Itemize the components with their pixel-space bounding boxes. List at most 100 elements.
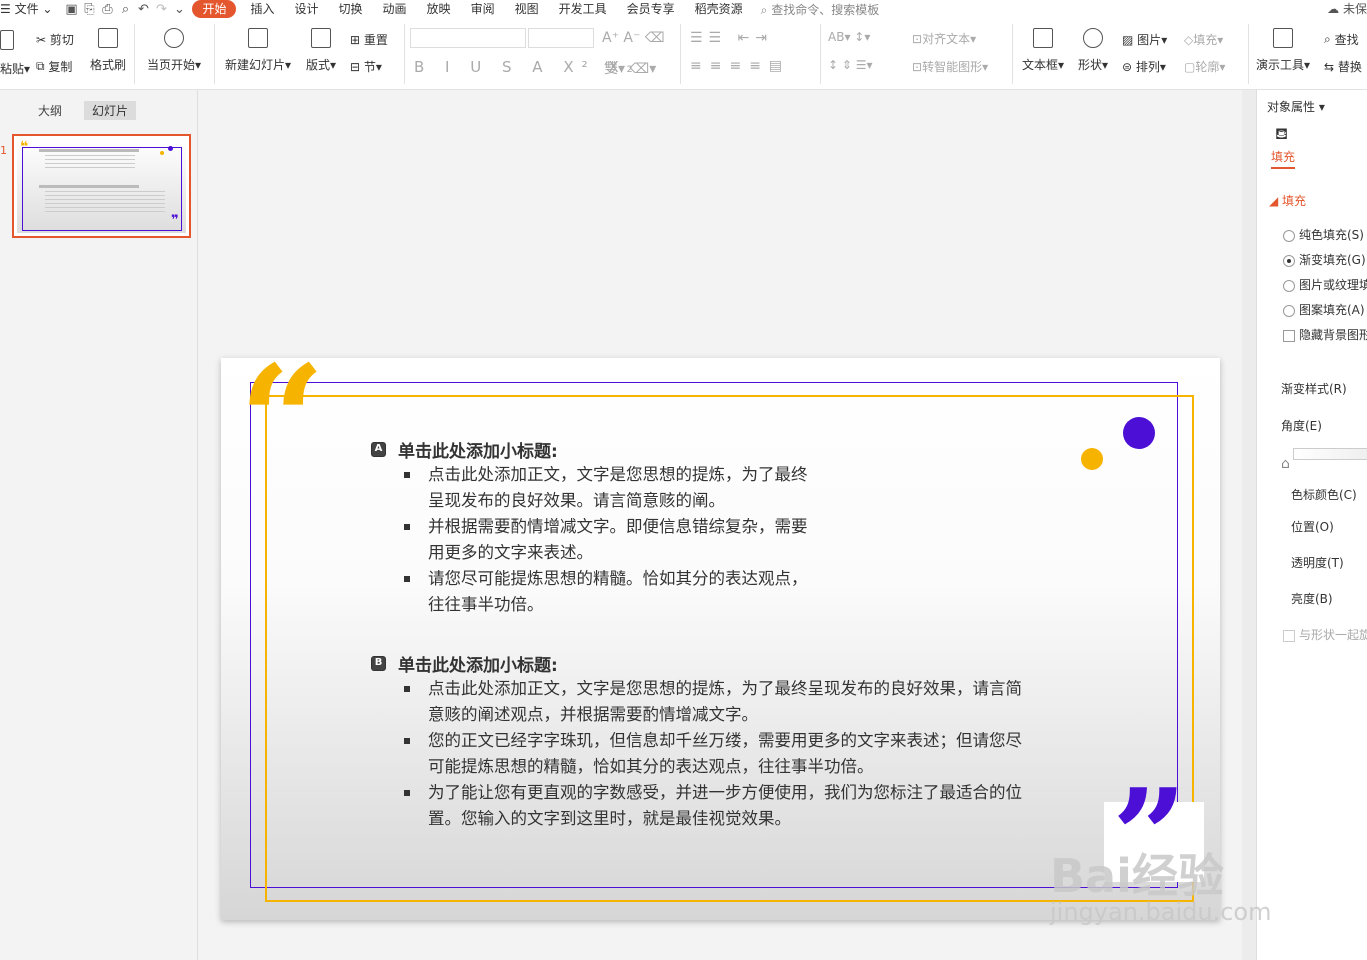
shape-button[interactable]: 形状▾ — [1078, 28, 1108, 73]
pattern-fill-option[interactable]: 图案填充(A) — [1283, 301, 1365, 318]
yellow-circle — [1081, 448, 1103, 470]
tab-slideshow[interactable]: 放映 — [417, 0, 461, 18]
find-button[interactable]: ⌕ 查找 — [1324, 31, 1359, 48]
section-button[interactable]: ⊟ 节 ▾ — [350, 58, 382, 75]
font-name-select[interactable] — [410, 28, 526, 48]
divider — [820, 24, 821, 84]
brightness-label[interactable]: 亮度(B) — [1291, 590, 1333, 607]
replace-button[interactable]: ⇆ 替换 — [1324, 58, 1362, 75]
hide-bg-checkbox[interactable]: 隐藏背景图形 — [1283, 326, 1367, 343]
thumbnail-preview: ❝ ❞ — [17, 139, 186, 233]
command-search[interactable]: ⌕ 查找命令、搜索模板 — [761, 1, 880, 18]
bullet-item[interactable]: 并根据需要酌情增减文字。即便信息错综复杂，需要用更多的文字来表述。 — [371, 514, 816, 566]
undo-icon[interactable]: ↶ — [134, 1, 152, 17]
presenter-tools-button[interactable]: 演示工具▾ — [1256, 28, 1310, 73]
thumb-text-block — [45, 155, 135, 171]
section-b[interactable]: B 单击此处添加小标题: 点击此处添加正文，文字是您思想的提炼，为了最终呈现发布… — [371, 650, 1051, 832]
thumb-dot-yellow — [160, 151, 164, 155]
thumb-text-block — [45, 191, 165, 215]
tab-insert[interactable]: 插入 — [240, 0, 284, 18]
export-icon[interactable]: ⎘ — [80, 1, 98, 17]
section-a[interactable]: A 单击此处添加小标题: 点击此处添加正文，文字是您思想的提炼，为了最终呈现发布… — [371, 436, 1051, 618]
tab-developer[interactable]: 开发工具 — [549, 0, 617, 18]
cut-button[interactable]: ✂ 剪切 — [36, 31, 74, 48]
font-size-controls[interactable]: A⁺ A⁻ ⌫ — [602, 30, 665, 46]
save-icon[interactable]: ▣ — [62, 1, 80, 17]
file-menu[interactable]: ☰ 文件 ⌄ — [0, 0, 62, 18]
tab-home[interactable]: 开始 — [192, 0, 237, 18]
new-slide-button[interactable]: 新建幻灯片▾ — [225, 28, 291, 73]
tab-transition[interactable]: 切换 — [329, 0, 373, 18]
outline-button[interactable]: ▢ 轮廓 ▾ — [1184, 58, 1225, 75]
layout-button[interactable]: 版式▾ — [306, 28, 336, 73]
bullet-item[interactable]: 点击此处添加正文，文字是您思想的提炼，为了最终呈现发布的良好效果，请言简意赅的阐… — [371, 676, 1036, 728]
textbox-button[interactable]: 文本框▾ — [1022, 28, 1064, 73]
purple-circle — [1123, 417, 1155, 449]
copy-icon: ⧉ — [36, 59, 45, 73]
panel-title[interactable]: 对象属性 ▾ — [1267, 98, 1325, 115]
line-spacing[interactable]: ↕ ⇕ ☰▾ — [828, 58, 873, 72]
brush-icon — [98, 28, 118, 48]
font-size-select[interactable] — [528, 28, 594, 48]
tab-view[interactable]: 视图 — [505, 0, 549, 18]
menu-bar: ☰ 文件 ⌄ ▣ ⎘ ⎙ ⌕ ↶ ↷ ⌄ 开始 插入 设计 切换 动画 放映 审… — [0, 0, 1367, 18]
arrange-button[interactable]: ⊜ 排列 ▾ — [1122, 58, 1166, 75]
redo-icon[interactable]: ↷ — [152, 1, 170, 17]
gradient-bar[interactable] — [1293, 448, 1367, 460]
customize-chevron-icon[interactable]: ⌄ — [170, 1, 188, 17]
tab-resources[interactable]: 稻壳资源 — [685, 0, 753, 18]
format-painter-button[interactable]: 格式刷 — [90, 28, 126, 73]
bullet-item[interactable]: 您的正文已经字字珠玑，但信息却千丝万缕，需要用更多的文字来表述；但请您尽可能提炼… — [371, 728, 1036, 780]
radio-icon — [1283, 229, 1295, 242]
align-text-button[interactable]: ⊡ 对齐文本 ▾ — [912, 30, 976, 47]
rotate-with-shape-checkbox[interactable]: 与形状一起旋 — [1283, 626, 1367, 643]
copy-button[interactable]: ⧉ 复制 — [36, 58, 72, 75]
bullet-item[interactable]: 请您尽可能提炼思想的精髓。恰如其分的表达观点，往往事半功倍。 — [371, 566, 816, 618]
list-buttons[interactable]: ☰☰ ⇤⇥ — [690, 30, 773, 46]
section-b-title[interactable]: 单击此处添加小标题: — [398, 651, 558, 676]
smartart-button[interactable]: ⊡ 转智能图形 ▾ — [912, 58, 988, 75]
angle-label[interactable]: 角度(E) — [1281, 417, 1322, 434]
tab-member[interactable]: 会员专享 — [617, 0, 685, 18]
paste-label[interactable]: 粘贴 ▾ — [0, 60, 30, 77]
preview-icon[interactable]: ⌕ — [116, 1, 134, 17]
bullet-item[interactable]: 点击此处添加正文，文字是您思想的提炼，为了最终呈现发布的良好效果。请言简意赅的阐… — [371, 462, 816, 514]
fill-tab[interactable]: 填充 — [1271, 148, 1296, 169]
bullet-item[interactable]: 为了能让您有更直观的字数感受，并进一步方便使用，我们为您标注了最适合的位置。您输… — [371, 780, 1036, 832]
vertical-scrollbar[interactable] — [1242, 90, 1256, 960]
reset-button[interactable]: ⊞ 重置 — [350, 31, 388, 48]
slide-thumbnail[interactable]: ❝ ❞ — [12, 134, 191, 238]
slide-number: 1 — [0, 144, 7, 157]
gradient-fill-option[interactable]: 渐变填充(G) — [1283, 251, 1366, 268]
stop-color-label[interactable]: 色标颜色(C) — [1291, 486, 1357, 503]
tab-slides[interactable]: 幻灯片 — [84, 101, 137, 120]
section-b-heading: B 单击此处添加小标题: — [371, 650, 1051, 676]
from-current-button[interactable]: 当页开始▾ — [147, 28, 201, 73]
paste-button[interactable] — [0, 30, 14, 50]
unsaved-status[interactable]: ☁ 未保 — [1327, 0, 1367, 17]
tab-design[interactable]: 设计 — [285, 0, 329, 18]
replace-icon: ⇆ — [1324, 59, 1335, 74]
fill-button[interactable]: ◇ 填充 ▾ — [1184, 31, 1223, 48]
thumb-dot-purple — [168, 146, 173, 151]
align-buttons[interactable]: ≡≡≡≡▤ — [690, 58, 790, 74]
print-icon[interactable]: ⎙ — [98, 1, 116, 17]
gradient-style-label[interactable]: 渐变样式(R) — [1281, 380, 1347, 397]
gradient-stop-icon[interactable]: ⌂ — [1281, 456, 1290, 472]
close-quote-icon: ” — [1112, 760, 1187, 913]
slide[interactable]: “ A 单击此处添加小标题: 点击此处添加正文，文字是您思想的提炼，为了最终呈现… — [221, 346, 1220, 920]
properties-panel: 对象属性 ▾ ⛾ 填充 ◢ 填充 纯色填充(S) 渐变填充(G) 图片或纹理填 … — [1256, 90, 1367, 960]
transparency-label[interactable]: 透明度(T) — [1291, 554, 1344, 571]
tab-animation[interactable]: 动画 — [373, 0, 417, 18]
tab-review[interactable]: 审阅 — [461, 0, 505, 18]
fill-section-header[interactable]: ◢ 填充 — [1269, 192, 1306, 209]
badge-b-icon: B — [371, 655, 386, 671]
text-direction[interactable]: AB▾ ↕▾ — [828, 30, 870, 44]
section-a-title[interactable]: 单击此处添加小标题: — [398, 437, 558, 462]
tab-outline[interactable]: 大纲 — [38, 102, 62, 119]
text-effects[interactable]: 雙▾ ⌫▾ — [604, 58, 656, 78]
picture-button[interactable]: ▨ 图片 ▾ — [1122, 31, 1167, 48]
picture-fill-option[interactable]: 图片或纹理填 — [1283, 276, 1367, 293]
position-label[interactable]: 位置(O) — [1291, 518, 1334, 535]
solid-fill-option[interactable]: 纯色填充(S) — [1283, 226, 1364, 243]
